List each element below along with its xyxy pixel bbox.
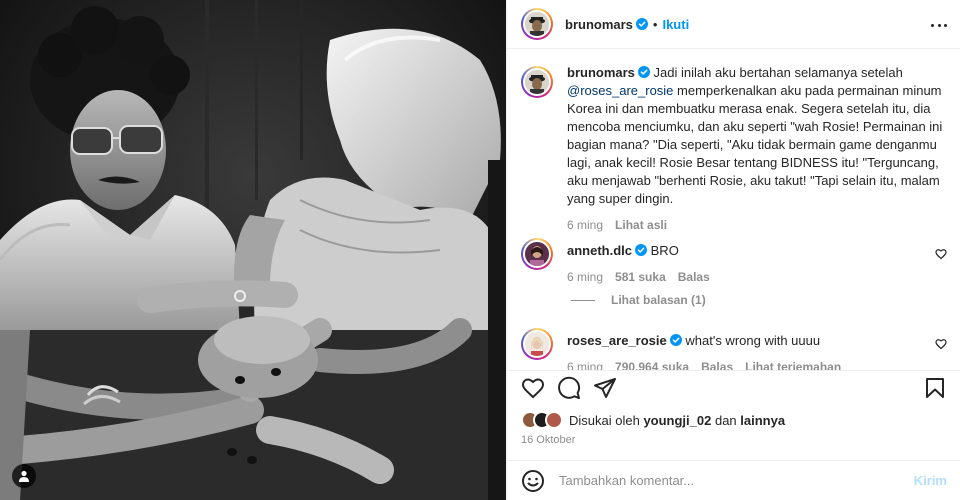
caption-mention-link[interactable]: @roses_are_rosie	[567, 83, 673, 98]
commenter-username[interactable]: roses_are_rosie	[567, 333, 667, 348]
follow-button[interactable]: Ikuti	[662, 17, 689, 32]
commenter-avatar[interactable]	[521, 328, 553, 360]
comment-likes-count[interactable]: 790.964 suka	[615, 358, 689, 370]
verified-badge-icon	[635, 18, 648, 30]
action-icons	[521, 376, 617, 400]
caption-body: brunomars Jadi inilah aku bertahan selam…	[567, 64, 947, 234]
post-header: brunomars • Ikuti	[507, 0, 960, 49]
caption-author-avatar[interactable]	[521, 66, 553, 98]
post-actions: Disukai oleh youngji_02 dan lainnya 16 O…	[507, 370, 960, 466]
liker-avatar[interactable]	[545, 411, 563, 429]
separator-dot: •	[652, 16, 658, 32]
user-tag-icon	[19, 470, 29, 482]
caption-text: Jadi inilah aku bertahan selamanya setel…	[653, 65, 903, 80]
comment-text: BRO	[650, 243, 679, 258]
commenter-avatar[interactable]	[521, 238, 553, 270]
caption-username[interactable]: brunomars	[567, 65, 635, 80]
reply-button[interactable]: Balas	[701, 358, 733, 370]
avatar-image	[525, 242, 549, 266]
liked-by: Disukai oleh youngji_02 dan lainnya	[521, 411, 785, 429]
post-image[interactable]	[0, 0, 506, 500]
author-username[interactable]: brunomars	[565, 17, 633, 32]
comment-time[interactable]: 6 ming	[567, 268, 603, 286]
comment-body: roses_are_rosie what's wrong with uuuu 6…	[567, 326, 947, 370]
liked-by-prefix: Disukai oleh	[569, 412, 644, 428]
see-original-button[interactable]: Lihat asli	[615, 216, 667, 234]
comment-like-heart-icon[interactable]	[935, 248, 947, 260]
author-avatar[interactable]	[521, 8, 553, 40]
reply-button[interactable]: Balas	[678, 268, 710, 286]
avatar-image	[525, 332, 549, 356]
caption-meta: 6 ming Lihat asli	[567, 216, 947, 234]
commenter-username[interactable]: anneth.dlc	[567, 243, 632, 258]
caption-time[interactable]: 6 ming	[567, 216, 603, 234]
bookmark-icon[interactable]	[923, 376, 947, 400]
comment-meta: 6 ming 790.964 suka Balas Lihat terjemah…	[567, 358, 947, 370]
more-options-icon[interactable]	[931, 17, 947, 33]
liked-by-text: Disukai oleh youngji_02 dan lainnya	[569, 413, 785, 428]
caption: brunomars Jadi inilah aku bertahan selam…	[521, 64, 947, 234]
liked-by-and: dan	[711, 412, 741, 428]
comment-icon[interactable]	[557, 376, 581, 400]
see-translation-button[interactable]: Lihat terjemahan	[745, 358, 841, 370]
comment-likes-count[interactable]: 581 suka	[615, 268, 666, 286]
user-tag-button[interactable]	[12, 464, 36, 488]
comment-item: anneth.dlc BRO 6 ming 581 suka Balas	[521, 236, 947, 286]
view-replies-button[interactable]: Lihat balasan (1)	[571, 293, 706, 307]
verified-badge-icon	[635, 244, 648, 256]
comment-input[interactable]	[559, 473, 914, 488]
post-side-panel: brunomars • Ikuti brunomars Jadi inilah …	[506, 0, 960, 500]
heart-icon[interactable]	[521, 376, 545, 400]
avatar-image	[525, 70, 549, 94]
verified-badge-icon	[669, 334, 682, 346]
verified-badge-icon	[637, 66, 650, 78]
share-icon[interactable]	[593, 376, 617, 400]
comment-like-heart-icon[interactable]	[935, 338, 947, 350]
photo-illustration	[0, 0, 506, 500]
liked-by-user-link[interactable]: youngji_02	[643, 413, 711, 428]
comment-time[interactable]: 6 ming	[567, 358, 603, 370]
comment-meta: 6 ming 581 suka Balas	[567, 268, 947, 286]
add-comment-bar: Kirim	[507, 460, 960, 500]
post-date[interactable]: 16 Oktober	[521, 434, 575, 446]
comment-text: what's wrong with uuuu	[685, 333, 821, 348]
post-viewer: brunomars • Ikuti brunomars Jadi inilah …	[0, 0, 960, 500]
comment-body: anneth.dlc BRO 6 ming 581 suka Balas	[567, 236, 947, 286]
avatar-image	[525, 12, 549, 36]
view-replies-label: Lihat balasan (1)	[611, 293, 706, 307]
comments-list: brunomars Jadi inilah aku bertahan selam…	[507, 50, 960, 370]
post-comment-button[interactable]: Kirim	[914, 473, 947, 488]
liked-by-others-link[interactable]: lainnya	[740, 413, 785, 428]
comment-item: roses_are_rosie what's wrong with uuuu 6…	[521, 326, 947, 370]
emoji-icon[interactable]	[521, 469, 545, 493]
caption-text-continued: memperkenalkan aku pada permainan minum …	[567, 83, 943, 206]
replies-divider-line	[571, 299, 595, 301]
